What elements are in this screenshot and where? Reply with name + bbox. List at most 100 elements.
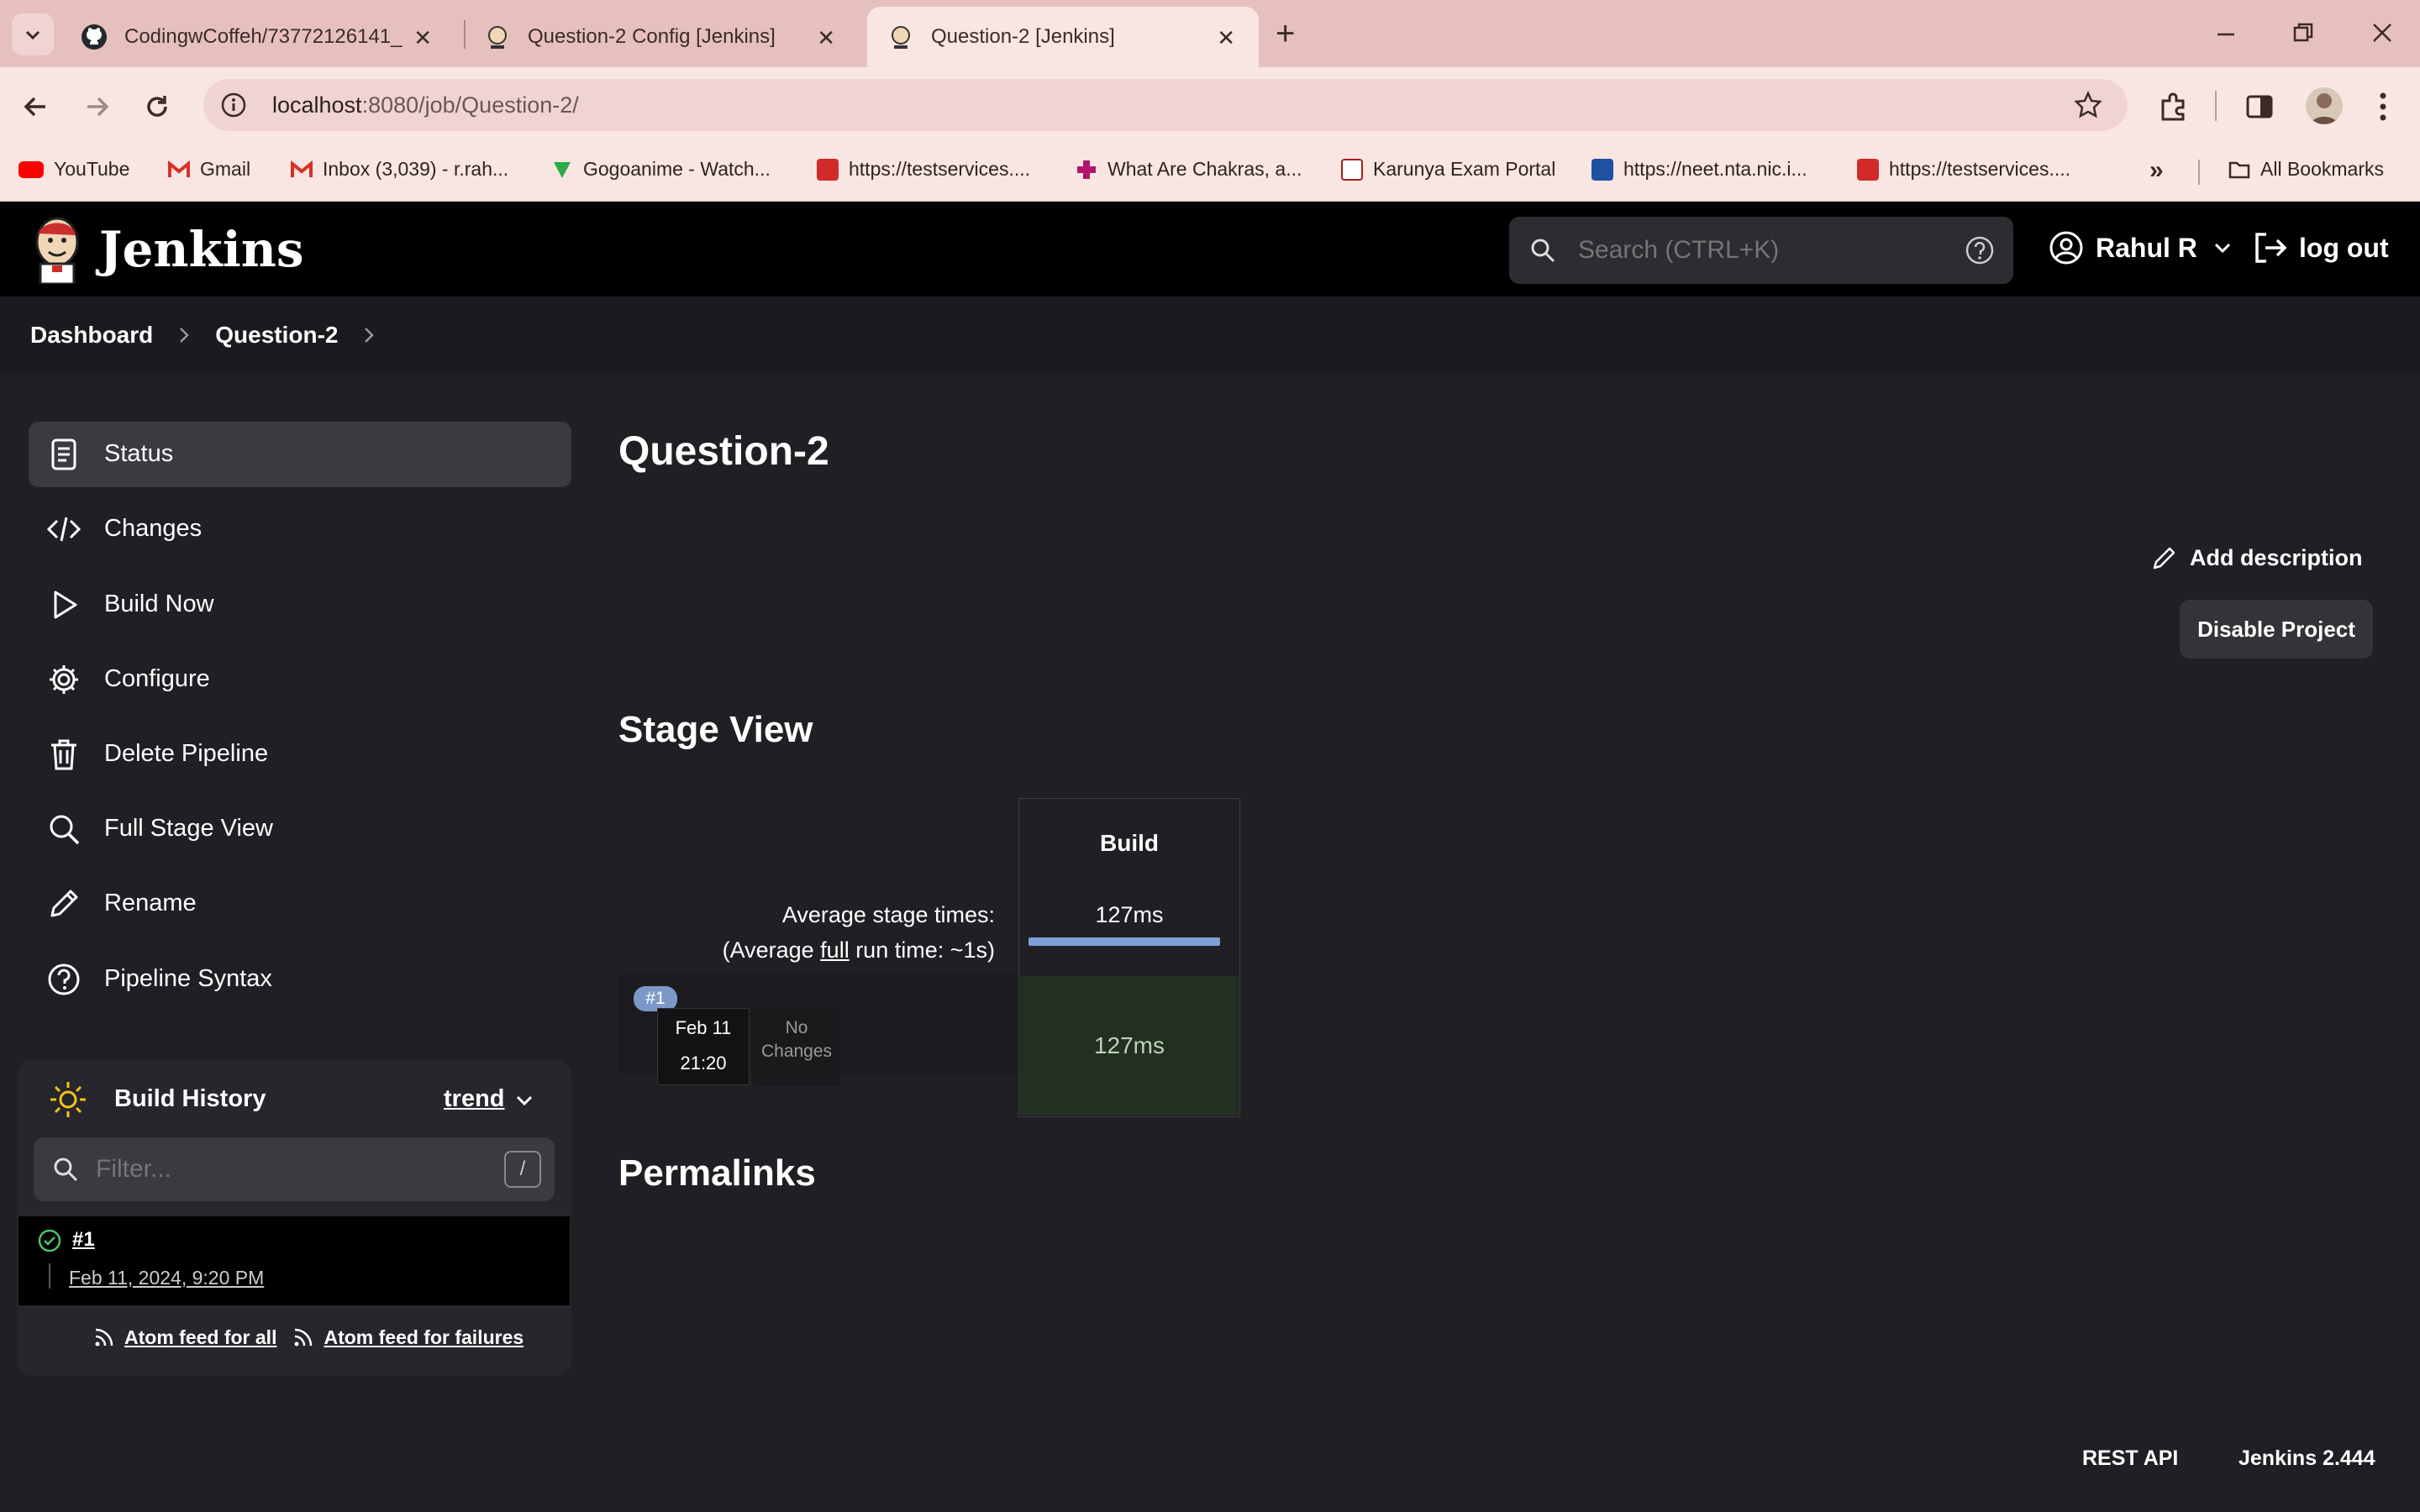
- chevron-down-icon[interactable]: [514, 1090, 534, 1110]
- bookmark-youtube[interactable]: YouTube: [18, 158, 129, 181]
- sidebar-item-build-now[interactable]: Build Now: [29, 572, 571, 638]
- chevron-right-icon[interactable]: [361, 326, 376, 344]
- status-icon: [51, 438, 76, 470]
- sidebar-item-label: Build Now: [104, 591, 214, 617]
- browser-tab-config[interactable]: Question-2 Config [Jenkins] ✕: [464, 7, 859, 67]
- build-number-link[interactable]: #1: [72, 1228, 95, 1252]
- star-icon[interactable]: [2074, 91, 2102, 119]
- sidebar-item-label: Configure: [104, 665, 210, 692]
- build-date-link[interactable]: Feb 11, 2024, 9:20 PM: [69, 1267, 264, 1289]
- jenkins-logo[interactable]: Jenkins: [29, 215, 304, 284]
- build-history-panel: Build History trend / #1 Feb 11, 2024, 9…: [17, 1060, 571, 1376]
- rss-icon: [95, 1328, 113, 1347]
- bookmark-testservices-1[interactable]: https://testservices....: [817, 158, 1030, 181]
- close-icon[interactable]: ✕: [817, 25, 835, 51]
- permalinks-title: Permalinks: [618, 1152, 816, 1194]
- add-description-label: Add description: [2190, 544, 2363, 570]
- atom-feed-all-link[interactable]: Atom feed for all: [124, 1326, 276, 1349]
- help-icon: [48, 963, 80, 995]
- testservices-icon: [1857, 158, 1879, 181]
- rest-api-link[interactable]: REST API: [2082, 1446, 2178, 1471]
- tab-title: Question-2 Config [Jenkins]: [528, 25, 776, 48]
- sidebar-item-label: Delete Pipeline: [104, 740, 269, 767]
- jenkins-butler-icon: [35, 217, 79, 284]
- bookmark-label: Gogoanime - Watch...: [583, 158, 771, 180]
- run-changes: No Changes: [753, 1008, 840, 1085]
- breadcrumb-question-2[interactable]: Question-2: [215, 322, 338, 349]
- jenkins-icon: [892, 26, 910, 49]
- run-date: Feb 11: [675, 1017, 732, 1038]
- gmail-icon: [168, 160, 190, 177]
- breadcrumb: Dashboard Question-2: [0, 297, 2420, 373]
- browser-tab-strip: CodingwCoffeh/73772126141_ ✕ Question-2 …: [0, 0, 2420, 67]
- browser-tab-github[interactable]: CodingwCoffeh/73772126141_ ✕: [60, 7, 455, 67]
- menu-dots-icon[interactable]: [2375, 91, 2391, 123]
- user-menu[interactable]: Rahul R: [2049, 230, 2233, 265]
- back-icon[interactable]: [22, 92, 50, 121]
- bookmark-neet[interactable]: https://neet.nta.nic.i...: [1591, 158, 1807, 181]
- tab-search-button[interactable]: [12, 13, 54, 55]
- build-filter-input[interactable]: [96, 1155, 482, 1184]
- bookmark-inbox[interactable]: Inbox (3,039) - r.rah...: [291, 158, 508, 181]
- jenkins-version-link[interactable]: Jenkins 2.444: [2238, 1446, 2375, 1471]
- bookmark-gogoanime[interactable]: Gogoanime - Watch...: [551, 158, 771, 181]
- bookmark-testservices-2[interactable]: https://testservices....: [1857, 158, 2070, 181]
- profile-avatar[interactable]: [2306, 87, 2343, 124]
- restore-icon[interactable]: [2292, 22, 2314, 44]
- add-description-link[interactable]: Add description: [2151, 544, 2363, 571]
- search-icon: [50, 815, 80, 845]
- logout-icon: [2255, 233, 2287, 263]
- logout-label: log out: [2299, 232, 2389, 263]
- browser-toolbar: localhost:8080/job/Question-2/: [0, 67, 2420, 143]
- play-icon: [54, 591, 77, 619]
- more-bookmarks-icon[interactable]: »: [2149, 156, 2164, 185]
- help-icon[interactable]: [1965, 235, 1995, 265]
- user-name: Rahul R: [2096, 232, 2197, 263]
- reload-icon[interactable]: [143, 92, 171, 121]
- minimize-icon[interactable]: [2215, 24, 2237, 45]
- site-info-icon[interactable]: [220, 92, 247, 118]
- full-run-link[interactable]: full: [820, 937, 850, 963]
- sidebar-item-full-stage-view[interactable]: Full Stage View: [29, 796, 571, 862]
- search-input[interactable]: [1578, 236, 1948, 265]
- bookmarks-bar: YouTube Gmail Inbox (3,039) - r.rah... G…: [0, 143, 2420, 202]
- run-date-box: Feb 11 21:20: [657, 1008, 750, 1085]
- sidebar-item-configure[interactable]: Configure: [29, 647, 571, 712]
- bookmark-label: What Are Chakras, a...: [1107, 158, 1302, 180]
- forward-icon[interactable]: [82, 92, 111, 121]
- logo-text: Jenkins: [99, 221, 304, 278]
- close-icon[interactable]: ✕: [1217, 25, 1235, 51]
- bookmark-gmail[interactable]: Gmail: [168, 158, 250, 181]
- sidebar-item-changes[interactable]: Changes: [29, 496, 571, 562]
- extensions-icon[interactable]: [2158, 91, 2190, 123]
- tab-title: CodingwCoffeh/73772126141_: [124, 25, 402, 48]
- bookmark-karunya[interactable]: Karunya Exam Portal: [1341, 158, 1555, 181]
- new-tab-button[interactable]: +: [1276, 15, 1295, 53]
- address-bar[interactable]: localhost:8080/job/Question-2/: [203, 79, 2128, 131]
- build-filter[interactable]: /: [34, 1137, 555, 1201]
- build-row[interactable]: #1 Feb 11, 2024, 9:20 PM: [18, 1216, 570, 1305]
- stage-view-title: Stage View: [618, 709, 813, 750]
- logout-link[interactable]: log out: [2252, 230, 2389, 265]
- disable-project-button[interactable]: Disable Project: [2180, 600, 2373, 659]
- bookmark-label: https://testservices....: [1889, 158, 2071, 180]
- toolbar-divider: [2215, 91, 2217, 121]
- side-panel-icon[interactable]: [2245, 92, 2274, 121]
- search-box[interactable]: [1509, 217, 2013, 284]
- all-bookmarks[interactable]: All Bookmarks: [2228, 158, 2384, 181]
- bookmark-chakras[interactable]: What Are Chakras, a...: [1076, 158, 1302, 181]
- browser-tab-active[interactable]: Question-2 [Jenkins] ✕: [867, 7, 1259, 67]
- close-window-icon[interactable]: [2371, 22, 2393, 44]
- sidebar-item-status[interactable]: Status: [29, 422, 571, 487]
- sidebar-item-delete-pipeline[interactable]: Delete Pipeline: [29, 722, 571, 787]
- close-icon[interactable]: ✕: [413, 25, 432, 51]
- trend-link[interactable]: trend: [444, 1085, 505, 1113]
- sidebar-item-rename[interactable]: Rename: [29, 871, 571, 937]
- success-check-icon: [38, 1229, 61, 1252]
- stage-cell-success[interactable]: 127ms: [1020, 976, 1239, 1116]
- atom-feed-failures-link[interactable]: Atom feed for failures: [324, 1326, 523, 1349]
- plus-icon: [1077, 160, 1096, 179]
- sidebar-item-pipeline-syntax[interactable]: Pipeline Syntax: [29, 947, 571, 1012]
- breadcrumb-dashboard[interactable]: Dashboard: [30, 322, 153, 349]
- bookmark-label: Gmail: [200, 158, 251, 180]
